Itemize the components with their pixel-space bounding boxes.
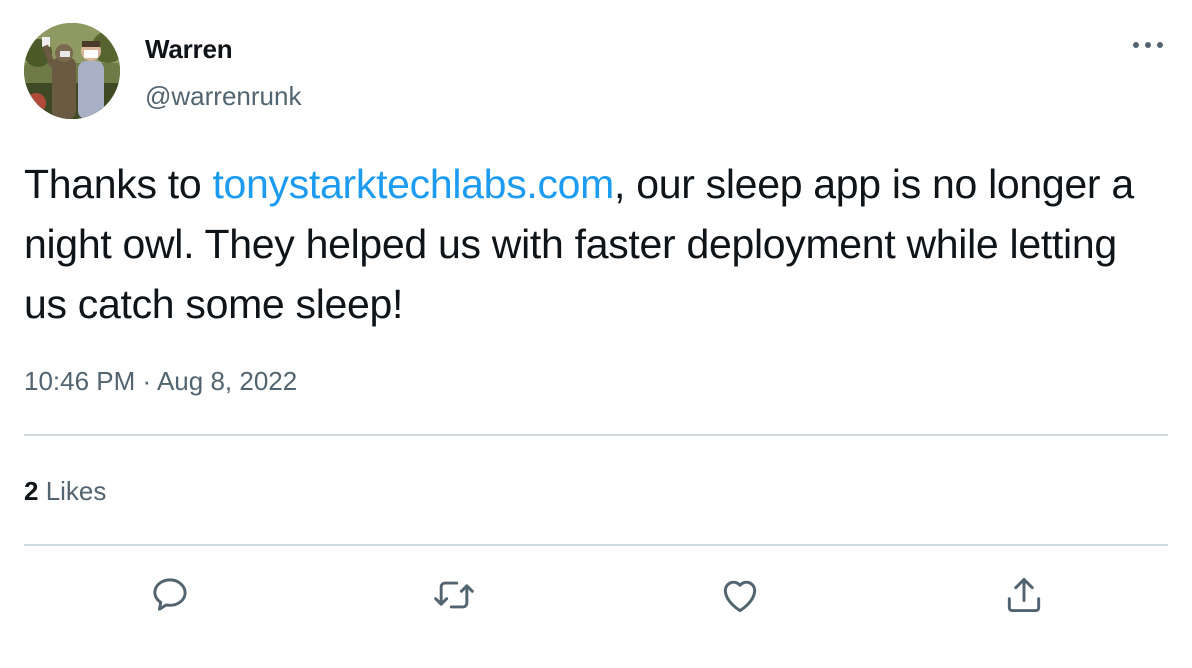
tweet-card: Warren @warrenrunk Thanks to tonystarkte… <box>0 0 1192 668</box>
divider <box>24 434 1168 436</box>
tweet-text: Thanks to tonystarktechlabs.com, our sle… <box>24 154 1144 334</box>
tweet-date[interactable]: Aug 8, 2022 <box>157 366 297 396</box>
author-display-name[interactable]: Warren <box>145 34 233 65</box>
tweet-link[interactable]: tonystarktechlabs.com <box>212 161 614 207</box>
retweet-icon <box>434 581 474 609</box>
likes-count: 2 <box>24 476 39 506</box>
more-options-button[interactable] <box>1126 30 1170 60</box>
tweet-text-before-link: Thanks to <box>24 161 213 207</box>
tweet-time[interactable]: 10:46 PM <box>24 366 135 396</box>
likes-stat[interactable]: 2 Likes <box>24 476 106 507</box>
more-options-icon <box>1133 42 1163 48</box>
like-button[interactable] <box>716 571 764 619</box>
timestamp-separator: · <box>135 366 157 396</box>
reply-icon <box>153 578 187 611</box>
likes-label: Likes <box>38 476 107 506</box>
retweet-button[interactable] <box>430 571 478 619</box>
avatar[interactable] <box>24 23 120 119</box>
divider <box>24 544 1168 546</box>
reply-button[interactable] <box>146 571 194 619</box>
profile-photo-icon <box>24 23 120 119</box>
share-button[interactable] <box>1000 571 1048 619</box>
like-icon <box>723 580 757 613</box>
tweet-timestamp[interactable]: 10:46 PM · Aug 8, 2022 <box>24 366 297 397</box>
share-icon <box>1007 577 1041 613</box>
author-handle[interactable]: @warrenrunk <box>145 81 301 112</box>
